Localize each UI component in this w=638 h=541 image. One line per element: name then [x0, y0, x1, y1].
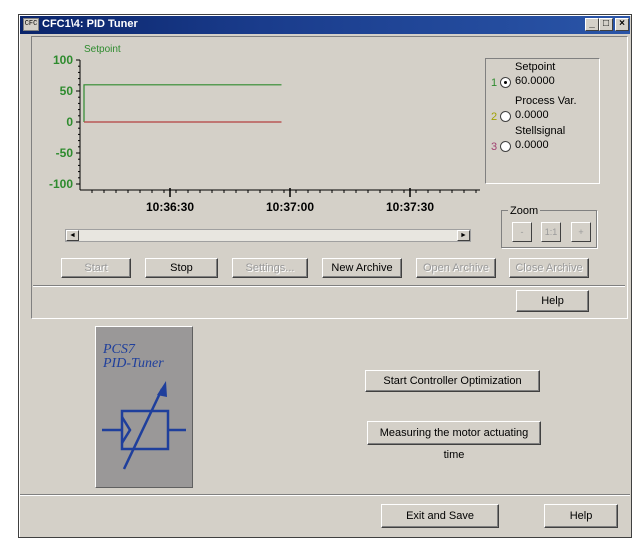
- legend-value: 60.0000: [515, 75, 555, 87]
- legend-number: 1: [491, 77, 498, 89]
- legend-name: Setpoint: [515, 61, 556, 73]
- controller-symbol-icon: [102, 381, 186, 470]
- close-archive-button[interactable]: Close Archive: [509, 258, 589, 278]
- help-button[interactable]: Help: [544, 504, 618, 528]
- legend-value: 0.0000: [515, 139, 549, 151]
- measure-motor-time-button[interactable]: Measuring the motor actuating time: [367, 421, 541, 461]
- exit-and-save-button[interactable]: Exit and Save: [381, 504, 499, 528]
- trend-chart: 100 50 0 -50 -100 10:36:30 10:37:00 10:37:30 Set…: [49, 44, 480, 214]
- scroll-right-button[interactable]: ►: [457, 230, 470, 241]
- start-controller-optimization-button[interactable]: Start Controller Optimization: [365, 370, 540, 392]
- start-button[interactable]: Start: [61, 258, 131, 278]
- window-title: CFC1\4: PID Tuner: [42, 18, 138, 30]
- setpoint-radio[interactable]: [500, 77, 511, 88]
- pcs7-pid-tuner-logo: PCS7 PID-Tuner: [95, 326, 193, 488]
- legend-item-setpoint[interactable]: 1 Setpoint 60.0000: [486, 61, 598, 95]
- y-tick-label: 50: [60, 84, 74, 98]
- x-tick-label: 10:37:30: [386, 200, 434, 214]
- legend-number: 2: [491, 111, 498, 123]
- trend-legend: 1 Setpoint 60.0000 2 Process Var. 0.0000…: [485, 58, 600, 184]
- settings-button[interactable]: Settings...: [232, 258, 308, 278]
- minimize-button[interactable]: _: [585, 18, 599, 31]
- y-tick-label: 100: [53, 53, 73, 67]
- process-var-radio[interactable]: [500, 111, 511, 122]
- app-icon: CFC: [23, 18, 39, 31]
- zoom-out-button[interactable]: -: [512, 222, 532, 242]
- zoom-reset-button[interactable]: 1:1: [541, 222, 561, 242]
- stop-button[interactable]: Stop: [145, 258, 218, 278]
- divider: [33, 285, 625, 287]
- x-tick-label: 10:36:30: [146, 200, 194, 214]
- open-archive-button[interactable]: Open Archive: [416, 258, 496, 278]
- maximize-button[interactable]: □: [599, 18, 613, 31]
- time-scrollbar[interactable]: ◄ ►: [65, 229, 471, 242]
- zoom-label: Zoom: [508, 205, 541, 217]
- legend-name: Stellsignal: [515, 125, 566, 137]
- legend-number: 3: [491, 141, 498, 153]
- scroll-left-button[interactable]: ◄: [66, 230, 79, 241]
- legend-item-process-var[interactable]: 2 Process Var. 0.0000: [486, 95, 598, 129]
- plot-area: [80, 54, 480, 184]
- y-tick-label: -100: [49, 177, 73, 191]
- setpoint-series-label: Setpoint: [84, 44, 121, 55]
- y-tick-label: -50: [56, 146, 74, 160]
- y-tick-label: 0: [66, 115, 73, 129]
- title-bar[interactable]: CFC CFC1\4: PID Tuner _ □ ×: [20, 16, 630, 34]
- new-archive-button[interactable]: New Archive: [322, 258, 402, 278]
- logo-line-1: PCS7: [103, 342, 135, 357]
- footer-divider: [20, 494, 630, 496]
- close-button[interactable]: ×: [615, 18, 629, 31]
- logo-line-2: PID-Tuner: [103, 356, 164, 371]
- stellsignal-radio[interactable]: [500, 141, 511, 152]
- zoom-in-button[interactable]: +: [571, 222, 591, 242]
- legend-value: 0.0000: [515, 109, 549, 121]
- legend-item-stellsignal[interactable]: 3 Stellsignal 0.0000: [486, 125, 598, 159]
- chart-help-button[interactable]: Help: [516, 290, 589, 312]
- logo-text: PCS7 PID-Tuner: [103, 343, 164, 371]
- x-tick-label: 10:37:00: [266, 200, 314, 214]
- legend-name: Process Var.: [515, 95, 577, 107]
